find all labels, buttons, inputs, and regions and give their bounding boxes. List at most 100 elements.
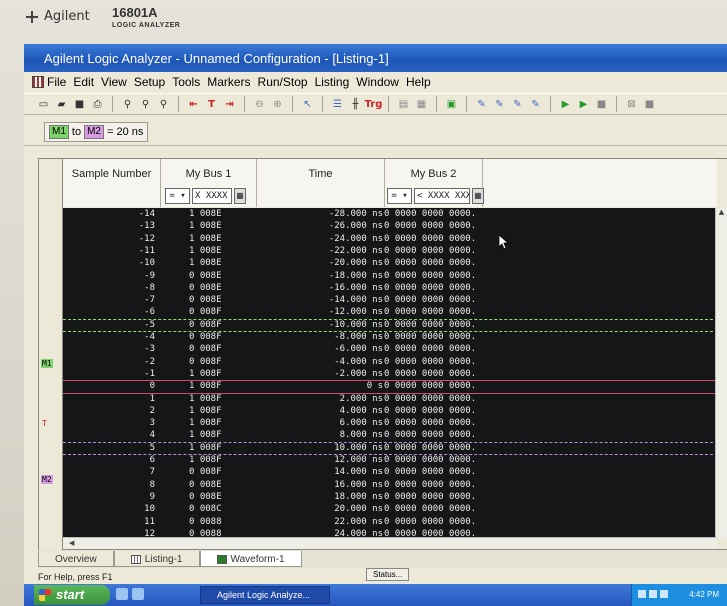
listing-app-icon[interactable] <box>32 76 44 88</box>
marker-m2-line[interactable] <box>63 454 717 455</box>
table-row[interactable]: -1 1 008F -2.000 ns 0 0000 0000 0000. <box>63 368 717 380</box>
tray-icon[interactable] <box>649 590 657 598</box>
go-to-start-icon[interactable]: ⇤ <box>186 97 201 112</box>
layout-icon[interactable]: ▦ <box>414 97 429 112</box>
column-header-time[interactable]: Time <box>257 159 385 207</box>
scroll-left-icon[interactable]: ◀ <box>69 539 74 547</box>
trigger-line[interactable] <box>63 392 717 394</box>
print-icon[interactable]: ⎙ <box>90 97 105 112</box>
cancel-icon[interactable]: ⊠ <box>624 97 639 112</box>
zoom-out-icon[interactable]: ⊖ <box>252 97 267 112</box>
scroll-up-icon[interactable]: ▲ <box>716 208 727 219</box>
listing-data[interactable]: -14 1 008E -28.000 ns 0 0000 0000 0000. -13 1… <box>63 208 717 539</box>
marker-m1-line[interactable] <box>63 331 717 332</box>
menu-markers[interactable]: Markers <box>207 75 250 89</box>
menu-file[interactable]: File <box>47 75 66 89</box>
table-row[interactable]: -10 1 008E -20.000 ns 0 0000 0000 0000. <box>63 257 717 269</box>
table-row[interactable]: -2 0 008F -4.000 ns 0 0000 0000 0000. <box>63 356 717 368</box>
table-row[interactable]: 0 1 008F 0 s0 0000 0000 0000. <box>63 380 717 392</box>
menu-view[interactable]: View <box>101 75 127 89</box>
table-row[interactable]: 9 0 008E 18.000 ns 0 0000 0000 0000. <box>63 491 717 503</box>
bus2-filter-value[interactable]: < XXXX XXXX <box>414 188 470 204</box>
export-icon[interactable]: ▣ <box>444 97 459 112</box>
go-to-end-icon[interactable]: ⇥ <box>222 97 237 112</box>
menu-run-stop[interactable]: Run/Stop <box>258 75 308 89</box>
run-icon[interactable]: ▶ <box>558 97 573 112</box>
table-row[interactable]: -11 1 008E -22.000 ns 0 0000 0000 0000. <box>63 245 717 257</box>
list-view-icon[interactable]: ☰ <box>330 97 345 112</box>
marker-m2-line[interactable] <box>63 441 717 443</box>
column-header-my-bus-1[interactable]: My Bus 1 = ▾ X XXXX ▦ <box>161 159 257 207</box>
menu-listing[interactable]: Listing <box>315 75 350 89</box>
marker-edit-icon[interactable]: ✎ <box>510 97 525 112</box>
tab-overview[interactable]: Overview <box>38 551 114 567</box>
open-icon[interactable]: ▰ <box>54 97 69 112</box>
bus2-filter-operator[interactable]: = ▾ <box>387 188 412 204</box>
table-row[interactable]: -7 0 008E -14.000 ns 0 0000 0000 0000. <box>63 294 717 306</box>
zoom-in-icon[interactable]: ⊕ <box>270 97 285 112</box>
menu-setup[interactable]: Setup <box>134 75 165 89</box>
quick-launch-icon[interactable] <box>116 588 128 600</box>
halt-icon[interactable]: ■ <box>642 97 657 112</box>
table-row[interactable]: 1 1 008F 2.000 ns 0 0000 0000 0000. <box>63 393 717 405</box>
gutter-trigger-marker[interactable]: T <box>41 419 48 428</box>
bus1-filter-value[interactable]: X XXXX <box>192 188 232 204</box>
bus2-filter-keypad-icon[interactable]: ▦ <box>472 188 484 204</box>
gutter-marker-m2[interactable]: M2 <box>41 475 53 484</box>
table-row[interactable]: 3 1 008F 6.000 ns 0 0000 0000 0000. <box>63 417 717 429</box>
bus1-filter-operator[interactable]: = ▾ <box>165 188 190 204</box>
find-next-icon[interactable]: ⚲ <box>138 97 153 112</box>
table-row[interactable]: 10 0 008C 20.000 ns 0 0000 0000 0000. <box>63 503 717 515</box>
table-row[interactable]: -14 1 008E -28.000 ns 0 0000 0000 0000. <box>63 208 717 220</box>
find-prev-icon[interactable]: ⚲ <box>156 97 171 112</box>
bus1-filter-keypad-icon[interactable]: ▦ <box>234 188 246 204</box>
properties-icon[interactable]: ▤ <box>396 97 411 112</box>
column-header-my-bus-2[interactable]: My Bus 2 = ▾ < XXXX XXXX ▦ <box>385 159 484 207</box>
run-repetitive-icon[interactable]: ▶ <box>576 97 591 112</box>
tab-listing-1[interactable]: Listing-1 <box>113 551 200 567</box>
pointer-icon[interactable]: ↖ <box>300 97 315 112</box>
new-icon[interactable]: ▭ <box>36 97 51 112</box>
table-row[interactable]: -4 0 008F -8.000 ns 0 0000 0000 0000. <box>63 331 717 343</box>
trigger-setup-icon[interactable]: Trg <box>365 97 383 112</box>
find-icon[interactable]: ⚲ <box>120 97 135 112</box>
marker-move-icon[interactable]: ✎ <box>492 97 507 112</box>
table-row[interactable]: -3 0 008F -6.000 ns 0 0000 0000 0000. <box>63 343 717 355</box>
tab-waveform-1[interactable]: Waveform-1 <box>199 551 302 567</box>
menu-help[interactable]: Help <box>406 75 431 89</box>
gutter-marker-m1[interactable]: M1 <box>41 359 53 368</box>
save-icon[interactable]: ■ <box>72 97 87 112</box>
table-row[interactable]: 5 1 008F 10.000 ns 0 0000 0000 0000. <box>63 442 717 454</box>
table-row[interactable]: -6 0 008F -12.000 ns 0 0000 0000 0000. <box>63 306 717 318</box>
menu-tools[interactable]: Tools <box>172 75 200 89</box>
marker-measurement[interactable]: M1 to M2 = 20 ns <box>44 122 149 142</box>
marker-m1-line[interactable] <box>63 318 717 320</box>
status-button[interactable]: Status... <box>366 568 410 581</box>
table-row[interactable]: -13 1 008E -26.000 ns 0 0000 0000 0000. <box>63 220 717 232</box>
table-row[interactable]: 8 0 008E 16.000 ns 0 0000 0000 0000. <box>63 479 717 491</box>
tray-icon[interactable] <box>638 590 646 598</box>
table-row[interactable]: 6 1 008F 12.000 ns 0 0000 0000 0000. <box>63 454 717 466</box>
table-row[interactable]: -5 0 008F -10.000 ns 0 0000 0000 0000. <box>63 319 717 331</box>
table-row[interactable]: -8 0 008E -16.000 ns 0 0000 0000 0000. <box>63 282 717 294</box>
stop-icon[interactable]: ■ <box>594 97 609 112</box>
quick-launch-icon[interactable] <box>132 588 144 600</box>
table-row[interactable]: 7 0 008F 14.000 ns 0 0000 0000 0000. <box>63 466 717 478</box>
taskbar-app-button[interactable]: Agilent Logic Analyze... <box>200 586 330 604</box>
column-header-sample-number[interactable]: Sample Number <box>63 159 161 207</box>
tray-icon[interactable] <box>660 590 668 598</box>
menu-window[interactable]: Window <box>356 75 399 89</box>
table-row[interactable]: 11 0 0088 22.000 ns 0 0000 0000 0000. <box>63 516 717 528</box>
marker-gutter[interactable]: M1 T M2 <box>39 159 63 551</box>
trigger-line[interactable] <box>63 380 717 382</box>
horizontal-scrollbar[interactable]: ◀ <box>63 537 717 549</box>
vertical-scrollbar[interactable]: ▲ <box>715 208 727 539</box>
marker-delete-icon[interactable]: ✎ <box>528 97 543 112</box>
table-row[interactable]: -9 0 008E -18.000 ns 0 0000 0000 0000. <box>63 270 717 282</box>
table-row[interactable]: 2 1 008F 4.000 ns 0 0000 0000 0000. <box>63 405 717 417</box>
table-row[interactable]: 4 1 008F 8.000 ns 0 0000 0000 0000. <box>63 429 717 441</box>
window-titlebar[interactable]: Agilent Logic Analyzer - Unnamed Configu… <box>24 44 727 72</box>
menu-edit[interactable]: Edit <box>73 75 94 89</box>
table-row[interactable]: -12 1 008E -24.000 ns 0 0000 0000 0000. <box>63 233 717 245</box>
start-button[interactable]: start <box>34 585 110 605</box>
